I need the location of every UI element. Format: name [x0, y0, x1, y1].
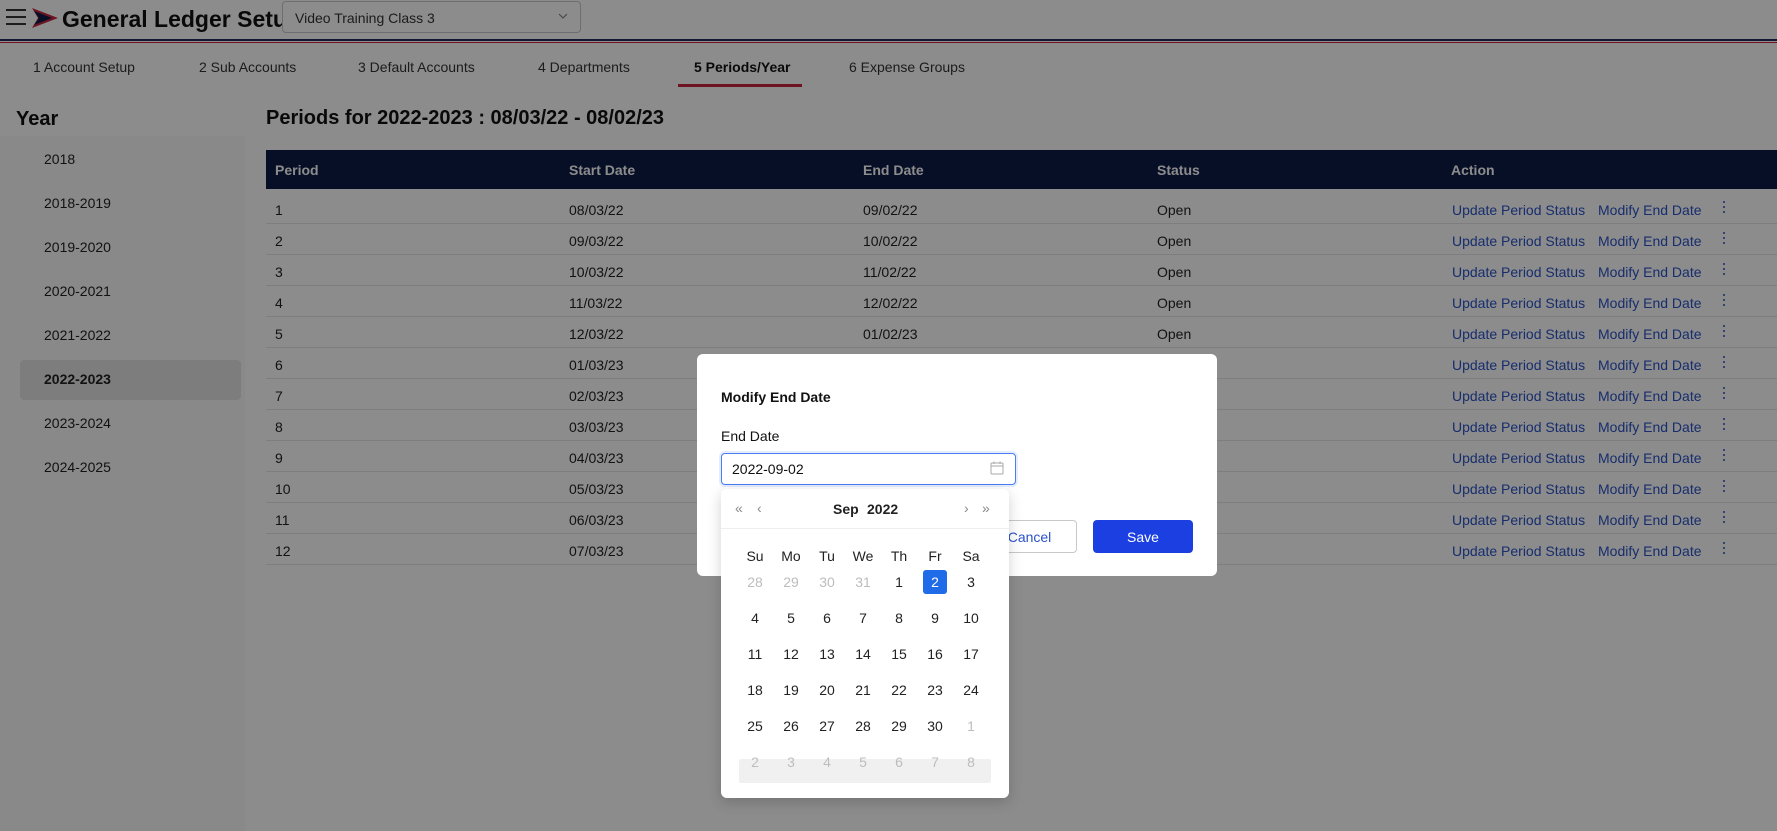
calendar-day[interactable]: 23 — [923, 678, 947, 702]
calendar-icon[interactable] — [990, 461, 1004, 475]
calendar-day[interactable]: 22 — [887, 678, 911, 702]
calendar-day[interactable]: 4 — [815, 750, 839, 774]
calendar-day[interactable]: 7 — [851, 606, 875, 630]
date-picker-header: « ‹ Sep 2022 › » — [721, 489, 1009, 529]
prev-year-icon[interactable]: « — [735, 501, 743, 515]
calendar-day[interactable]: 29 — [887, 714, 911, 738]
calendar-day[interactable]: 26 — [779, 714, 803, 738]
calendar-month[interactable]: Sep — [833, 501, 859, 517]
calendar-day[interactable]: 3 — [779, 750, 803, 774]
calendar-day[interactable]: 9 — [923, 606, 947, 630]
calendar-day[interactable]: 27 — [815, 714, 839, 738]
calendar-day[interactable]: 16 — [923, 642, 947, 666]
calendar-day[interactable]: 12 — [779, 642, 803, 666]
calendar-day[interactable]: 19 — [779, 678, 803, 702]
calendar-day[interactable]: 14 — [851, 642, 875, 666]
calendar-day[interactable]: 15 — [887, 642, 911, 666]
prev-month-icon[interactable]: ‹ — [757, 501, 762, 515]
date-picker-popup: « ‹ Sep 2022 › » Su Mo Tu We Th Fr Sa 28 29 30 31… — [721, 489, 1009, 798]
calendar-year[interactable]: 2022 — [867, 501, 898, 517]
calendar-day[interactable]: 13 — [815, 642, 839, 666]
calendar-day[interactable]: 6 — [887, 750, 911, 774]
calendar-day[interactable]: 24 — [959, 678, 983, 702]
calendar-day[interactable]: 8 — [959, 750, 983, 774]
calendar-day[interactable]: 17 — [959, 642, 983, 666]
calendar-day[interactable]: 3 — [959, 570, 983, 594]
calendar-day[interactable]: 4 — [743, 606, 767, 630]
calendar-day[interactable]: 18 — [743, 678, 767, 702]
weekday-label: Su — [746, 548, 764, 564]
calendar-day[interactable]: 31 — [851, 570, 875, 594]
calendar-day[interactable]: 1 — [959, 714, 983, 738]
calendar-day[interactable]: 8 — [887, 606, 911, 630]
next-month-icon[interactable]: › — [964, 501, 969, 515]
calendar-day[interactable]: 25 — [743, 714, 767, 738]
end-date-label: End Date — [721, 428, 780, 444]
weekday-label: Mo — [781, 548, 801, 564]
calendar-day[interactable]: 10 — [959, 606, 983, 630]
next-year-icon[interactable]: » — [982, 501, 990, 515]
calendar-day[interactable]: 5 — [851, 750, 875, 774]
calendar-day[interactable]: 28 — [743, 570, 767, 594]
calendar-day[interactable]: 28 — [851, 714, 875, 738]
weekday-label: Tu — [819, 548, 835, 564]
calendar-day-selected[interactable]: 2 — [923, 570, 947, 594]
calendar-day[interactable]: 6 — [815, 606, 839, 630]
dialog-title: Modify End Date — [721, 389, 831, 405]
weekday-label: We — [852, 548, 874, 564]
weekday-label: Sa — [962, 548, 980, 564]
calendar-day[interactable]: 30 — [923, 714, 947, 738]
calendar-day[interactable]: 29 — [779, 570, 803, 594]
end-date-input[interactable] — [721, 453, 1016, 485]
calendar-day[interactable]: 2 — [743, 750, 767, 774]
calendar-day[interactable]: 30 — [815, 570, 839, 594]
calendar-day[interactable]: 20 — [815, 678, 839, 702]
calendar-day[interactable]: 21 — [851, 678, 875, 702]
calendar-day[interactable]: 11 — [743, 642, 767, 666]
calendar-day[interactable]: 1 — [887, 570, 911, 594]
save-button[interactable]: Save — [1093, 520, 1193, 553]
weekday-label: Th — [890, 548, 908, 564]
weekday-label: Fr — [928, 548, 942, 564]
calendar-day[interactable]: 7 — [923, 750, 947, 774]
calendar-day[interactable]: 5 — [779, 606, 803, 630]
